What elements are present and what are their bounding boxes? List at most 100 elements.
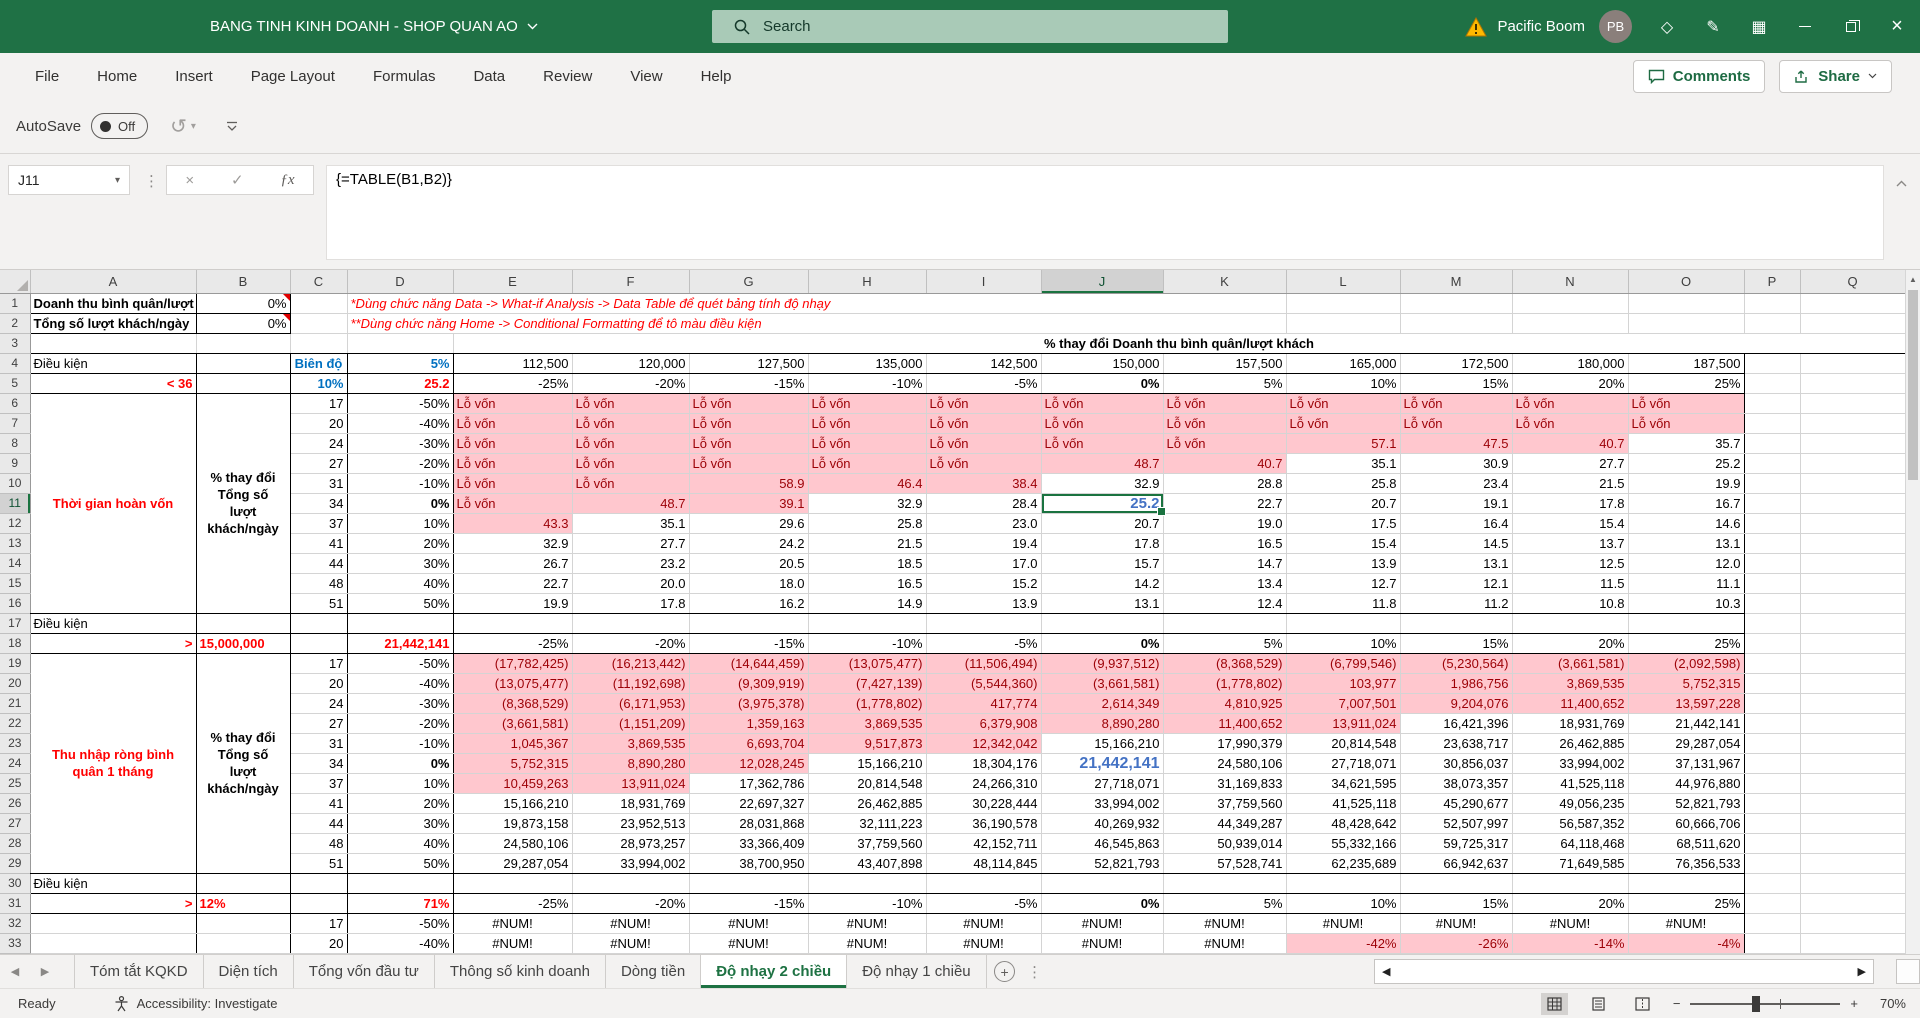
col-header-B[interactable]: B bbox=[196, 270, 291, 294]
cell-P13[interactable] bbox=[1744, 533, 1801, 554]
cell-P19[interactable] bbox=[1744, 653, 1801, 674]
cell-L15[interactable]: 12.7 bbox=[1286, 573, 1401, 594]
restore-button[interactable] bbox=[1828, 0, 1874, 53]
zoom-out-button[interactable]: − bbox=[1673, 996, 1681, 1011]
cell-Q14[interactable] bbox=[1800, 553, 1906, 574]
cell-O29[interactable]: 76,356,533 bbox=[1628, 853, 1745, 874]
cell-I19[interactable]: (11,506,494) bbox=[926, 653, 1042, 674]
cell-G32[interactable]: #NUM! bbox=[689, 913, 809, 934]
cell-D10[interactable]: -10% bbox=[347, 473, 454, 494]
cell-F26[interactable]: 18,931,769 bbox=[572, 793, 690, 814]
cell-Q2[interactable] bbox=[1800, 313, 1906, 334]
cell-F20[interactable]: (11,192,698) bbox=[572, 673, 690, 694]
cell-Q15[interactable] bbox=[1800, 573, 1906, 594]
cell-O9[interactable]: 25.2 bbox=[1628, 453, 1745, 474]
cell-I13[interactable]: 19.4 bbox=[926, 533, 1042, 554]
cell-P23[interactable] bbox=[1744, 733, 1801, 754]
cell-N20[interactable]: 3,869,535 bbox=[1512, 673, 1629, 694]
cell-B33[interactable] bbox=[196, 933, 291, 954]
cell-G8[interactable]: Lỗ vốn bbox=[689, 433, 809, 454]
vertical-scroll-thumb[interactable] bbox=[1908, 290, 1918, 480]
cell-B3[interactable] bbox=[196, 333, 291, 354]
cell-D21[interactable]: -30% bbox=[347, 693, 454, 714]
page-layout-view-button[interactable] bbox=[1585, 993, 1612, 1015]
cell-J11[interactable]: 25.2 bbox=[1041, 493, 1165, 515]
cell-K11[interactable]: 22.7 bbox=[1163, 493, 1287, 514]
cell-G5[interactable]: -15% bbox=[689, 373, 809, 394]
cell-M32[interactable]: #NUM! bbox=[1400, 913, 1513, 934]
menu-tab-formulas[interactable]: Formulas bbox=[354, 53, 455, 99]
scroll-right-icon[interactable]: ▶ bbox=[1858, 965, 1866, 978]
cell-P1[interactable] bbox=[1744, 293, 1801, 314]
cell-A4[interactable]: Điều kiện bbox=[30, 353, 197, 374]
cell-H27[interactable]: 32,111,223 bbox=[808, 813, 927, 834]
cell-H11[interactable]: 32.9 bbox=[808, 493, 927, 514]
row-header-32[interactable]: 32 bbox=[0, 913, 31, 934]
cell-H13[interactable]: 21.5 bbox=[808, 533, 927, 554]
cell-P15[interactable] bbox=[1744, 573, 1801, 594]
cell-I24[interactable]: 18,304,176 bbox=[926, 753, 1042, 774]
cell-H22[interactable]: 3,869,535 bbox=[808, 713, 927, 734]
cell-A1[interactable]: Doanh thu bình quân/lượt khách bbox=[30, 293, 197, 314]
cell-E21[interactable]: (8,368,529) bbox=[453, 693, 573, 714]
zoom-slider[interactable] bbox=[1690, 995, 1841, 1012]
cell-E23[interactable]: 1,045,367 bbox=[453, 733, 573, 754]
row-header-8[interactable]: 8 bbox=[0, 433, 31, 454]
cell-Q8[interactable] bbox=[1800, 433, 1906, 454]
normal-view-button[interactable] bbox=[1540, 992, 1568, 1015]
cell-C20[interactable]: 20 bbox=[290, 673, 348, 694]
cell-E10[interactable]: Lỗ vốn bbox=[453, 473, 573, 494]
cell-E11[interactable]: Lỗ vốn bbox=[453, 493, 573, 514]
cell-N8[interactable]: 40.7 bbox=[1512, 433, 1629, 454]
cell-C11[interactable]: 34 bbox=[290, 493, 348, 514]
cell-K13[interactable]: 16.5 bbox=[1163, 533, 1287, 554]
cell-D5[interactable]: 25.2 bbox=[347, 373, 454, 394]
cell-P2[interactable] bbox=[1744, 313, 1801, 334]
col-header-E[interactable]: E bbox=[453, 270, 573, 294]
cell-C31[interactable] bbox=[290, 893, 348, 914]
cell-K10[interactable]: 28.8 bbox=[1163, 473, 1287, 494]
cell-L7[interactable]: Lỗ vốn bbox=[1286, 413, 1401, 434]
cell-Q18[interactable] bbox=[1800, 633, 1906, 654]
cell-E27[interactable]: 19,873,158 bbox=[453, 813, 573, 834]
cell-B17[interactable] bbox=[196, 613, 291, 634]
cell-P21[interactable] bbox=[1744, 693, 1801, 714]
cell-B31[interactable]: 12% bbox=[196, 893, 291, 914]
cell-B1[interactable]: 0% bbox=[196, 293, 291, 314]
cell-J10[interactable]: 32.9 bbox=[1041, 473, 1164, 494]
cell-E7[interactable]: Lỗ vốn bbox=[453, 413, 573, 434]
row-header-7[interactable]: 7 bbox=[0, 413, 31, 434]
cell-M27[interactable]: 52,507,997 bbox=[1400, 813, 1513, 834]
cell-K18[interactable]: 5% bbox=[1163, 633, 1287, 654]
cell-P7[interactable] bbox=[1744, 413, 1801, 434]
cell-D8[interactable]: -30% bbox=[347, 433, 454, 454]
cell-H25[interactable]: 20,814,548 bbox=[808, 773, 927, 794]
cell-G31[interactable]: -15% bbox=[689, 893, 809, 914]
cell-C2[interactable] bbox=[290, 313, 348, 334]
cell-M23[interactable]: 23,638,717 bbox=[1400, 733, 1513, 754]
cell-F11[interactable]: 48.7 bbox=[572, 493, 690, 514]
cell-Q11[interactable] bbox=[1800, 493, 1906, 514]
cell-J7[interactable]: Lỗ vốn bbox=[1041, 413, 1164, 434]
customize-qat-button[interactable] bbox=[226, 121, 238, 132]
cell-J24[interactable]: 21,442,141 bbox=[1041, 753, 1164, 774]
col-header-I[interactable]: I bbox=[926, 270, 1042, 294]
cell-O27[interactable]: 60,666,706 bbox=[1628, 813, 1745, 834]
cell-P32[interactable] bbox=[1744, 913, 1801, 934]
cell-G16[interactable]: 16.2 bbox=[689, 593, 809, 614]
row-header-4[interactable]: 4 bbox=[0, 353, 31, 374]
cell-Q27[interactable] bbox=[1800, 813, 1906, 834]
cell-N16[interactable]: 10.8 bbox=[1512, 593, 1629, 614]
row-header-16[interactable]: 16 bbox=[0, 593, 31, 614]
cell-E3[interactable]: % thay đổi Doanh thu bình quân/lượt khác… bbox=[453, 333, 1906, 354]
cell-M16[interactable]: 11.2 bbox=[1400, 593, 1513, 614]
page-break-view-button[interactable] bbox=[1629, 993, 1656, 1015]
row-header-11[interactable]: 11 bbox=[0, 493, 31, 514]
warning-icon[interactable] bbox=[1465, 16, 1488, 37]
cell-G28[interactable]: 33,366,409 bbox=[689, 833, 809, 854]
cell-J25[interactable]: 27,718,071 bbox=[1041, 773, 1164, 794]
cell-E17[interactable] bbox=[453, 613, 573, 634]
cell-L14[interactable]: 13.9 bbox=[1286, 553, 1401, 574]
row-header-25[interactable]: 25 bbox=[0, 773, 31, 794]
cell-O15[interactable]: 11.1 bbox=[1628, 573, 1745, 594]
